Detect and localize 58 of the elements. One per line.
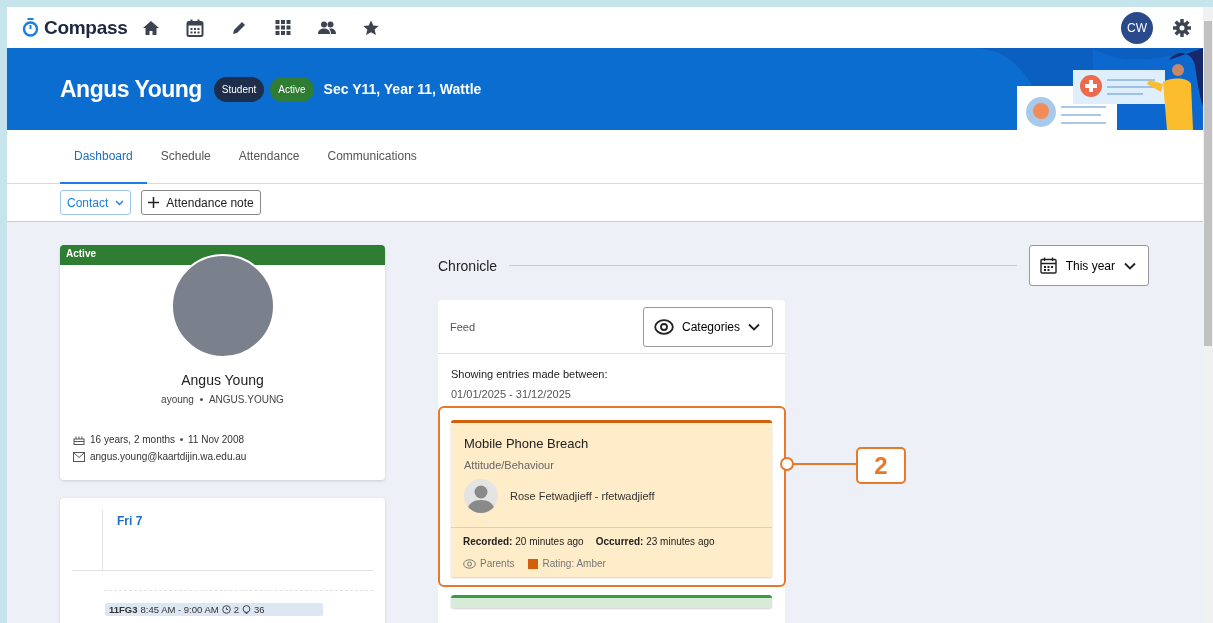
plus-icon <box>148 197 160 208</box>
visibility-text: Parents <box>480 558 515 569</box>
attendance-note-button[interactable]: Attendance note <box>141 190 261 215</box>
section-title: Chronicle <box>438 257 498 274</box>
calendar-icon[interactable] <box>186 18 205 37</box>
rating-square <box>528 558 539 569</box>
tab[interactable]: Attendance <box>224 130 314 184</box>
birth-date: 11 Nov 2008 <box>188 433 244 445</box>
home-icon[interactable] <box>142 19 161 36</box>
entry-category: Attitude/Behaviour <box>464 459 555 471</box>
people-icon[interactable] <box>318 21 337 34</box>
separator-dot <box>180 437 184 441</box>
chronicle-entry-card[interactable] <box>451 595 772 608</box>
recorded-time: Recorded: 20 minutes ago <box>463 536 584 547</box>
chevron-icon <box>748 322 760 331</box>
status-bar: Active <box>60 245 385 265</box>
profile-name: Angus Young <box>181 372 264 388</box>
status-badge: Active <box>270 76 314 102</box>
rating-text: Rating: Amber <box>542 558 606 569</box>
separator-dot <box>199 398 203 401</box>
status-badge: Student <box>213 76 265 102</box>
student-code: ANGUS.YOUNG <box>208 394 284 405</box>
age-text: 16 years, 2 months <box>90 433 176 445</box>
envelope-icon <box>73 451 85 462</box>
chevron-icon <box>1124 261 1136 270</box>
calendar-event[interactable]: 11FG3 8:45 AM - 9:00 AM 2 36 <box>105 603 323 616</box>
grid-icon[interactable] <box>274 20 293 35</box>
class-details: Sec Y11, Year 11, Wattle <box>323 81 482 97</box>
staff-name: Rose Fetwadjieff - rfetwadjieff <box>510 490 655 502</box>
logo-text[interactable]: Compass <box>44 16 128 39</box>
range-label: Showing entries made between: <box>451 368 609 380</box>
tab[interactable]: Communications <box>313 130 431 184</box>
feed-label: Feed <box>450 320 476 333</box>
categories-dropdown[interactable]: Categories <box>642 306 773 347</box>
star-icon[interactable] <box>362 19 381 36</box>
pin-icon <box>242 605 251 614</box>
scrollbar[interactable] <box>1203 7 1213 623</box>
day-heading: Fri 7 <box>116 513 143 528</box>
settings-icon[interactable] <box>1173 18 1191 37</box>
stopwatch-icon <box>22 18 39 37</box>
contact-dropdown[interactable]: Contact <box>60 190 132 215</box>
chevron-icon <box>115 199 125 206</box>
user-avatar[interactable]: CW <box>1121 11 1153 44</box>
chronicle-entry-card[interactable]: Mobile Phone Breach Attitude/Behaviour Rose Fetwadjieff - rfetwadjieff Recorded: 20 minutes ago Occurred: 23 minutes ago Parents Rating: Amber <box>451 420 772 577</box>
tab[interactable]: Schedule <box>146 130 225 184</box>
clock-icon <box>221 605 231 614</box>
eye-icon <box>653 318 674 335</box>
date-range-dropdown[interactable]: This year <box>1028 245 1149 286</box>
calendar-icon <box>1039 257 1057 274</box>
student-name: Angus Young <box>60 75 202 103</box>
date-range: 01/01/2025 - 31/12/2025 <box>451 388 572 400</box>
annotation-label: 2 <box>856 447 906 484</box>
entry-title: Mobile Phone Breach <box>464 436 590 451</box>
username: ayoung <box>161 394 194 405</box>
occurred-time: Occurred: 23 minutes ago <box>595 536 715 547</box>
person-avatar-icon <box>464 479 498 513</box>
eye-icon <box>463 558 476 569</box>
email-text: angus.young@kaartdijin.wa.edu.au <box>90 451 247 462</box>
